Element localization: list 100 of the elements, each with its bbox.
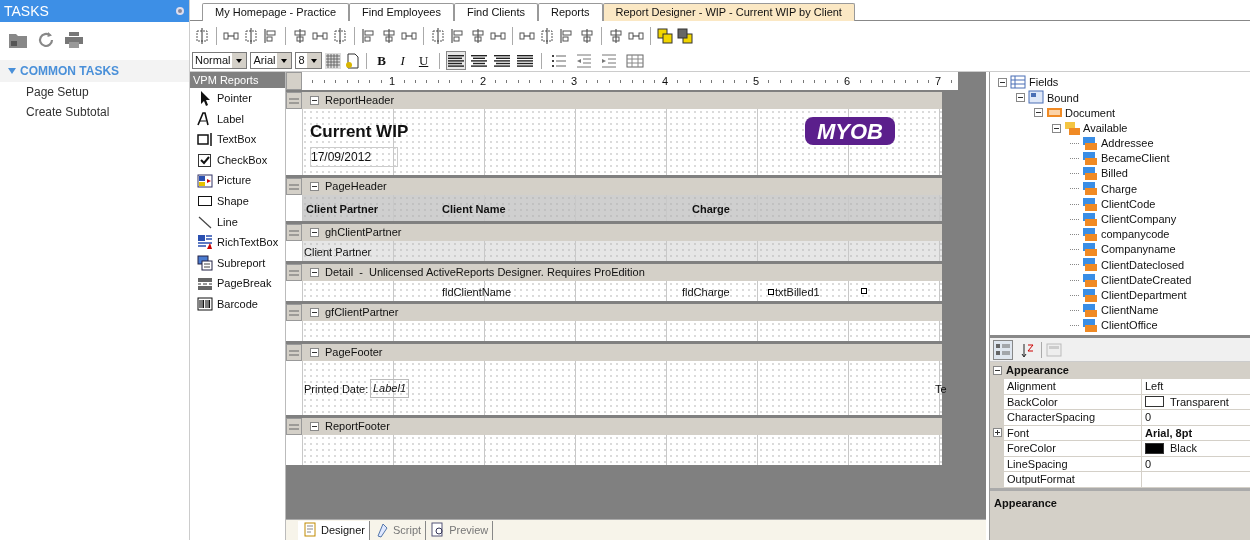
band-handle[interactable] — [286, 178, 302, 195]
collapse-icon[interactable] — [1034, 108, 1043, 118]
align-icon[interactable] — [470, 27, 486, 44]
align-icon[interactable] — [559, 27, 575, 44]
toolbox-item[interactable]: PageBreak — [190, 273, 285, 294]
tree-item[interactable]: ClientName — [1101, 302, 1159, 319]
tree-item[interactable]: Addressee — [1101, 135, 1154, 152]
tree-item[interactable]: Billed — [1101, 165, 1128, 182]
tree-item[interactable]: Document — [1065, 104, 1116, 122]
align-icon[interactable] — [194, 27, 210, 44]
toolbox-item[interactable]: Pointer — [190, 88, 285, 109]
section-area[interactable]: fldClientName fldCharge txtBilled1 — [302, 281, 942, 301]
text-control[interactable]: fldCharge — [682, 284, 730, 301]
tab[interactable]: Find Employees — [349, 3, 454, 21]
layers-icon[interactable] — [677, 27, 693, 44]
refresh-icon[interactable] — [36, 30, 56, 50]
band-handle[interactable] — [286, 264, 302, 281]
collapse-icon[interactable] — [1016, 93, 1025, 103]
outdent-icon[interactable] — [575, 52, 592, 69]
tree-item[interactable]: ClientCode — [1101, 195, 1156, 213]
align-left-button[interactable] — [445, 51, 466, 70]
property-value[interactable]: Left — [1142, 379, 1250, 394]
collapse-icon[interactable] — [310, 228, 319, 237]
expand-icon[interactable] — [992, 428, 1002, 438]
view-tab[interactable]: Preview — [426, 520, 494, 540]
property-value[interactable]: 0 — [1142, 410, 1250, 425]
toolbox-item[interactable]: CheckBox — [190, 149, 285, 171]
toolbox-item[interactable]: Shape — [190, 190, 285, 212]
tree-item[interactable]: Bound — [1047, 89, 1079, 107]
align-icon[interactable] — [361, 27, 377, 44]
collapse-icon[interactable] — [310, 182, 319, 191]
align-icon[interactable] — [332, 27, 348, 44]
collapse-icon[interactable] — [1052, 123, 1061, 133]
band-handle[interactable] — [286, 92, 302, 109]
collapse-icon[interactable] — [993, 366, 1002, 375]
label-control[interactable]: Label1 — [370, 379, 410, 398]
text-control[interactable]: Client Partner — [304, 244, 372, 261]
toolbox-item[interactable]: Label — [190, 108, 285, 130]
toolbox-item[interactable]: Line — [190, 211, 285, 233]
toolbox-item[interactable]: Barcode — [190, 293, 285, 315]
property-value[interactable]: Black — [1142, 441, 1250, 456]
text-control[interactable]: 17/09/2012 — [310, 147, 399, 167]
align-icon[interactable] — [243, 27, 259, 44]
band-handle[interactable] — [286, 224, 302, 241]
text-control[interactable]: Printed Date: — [304, 381, 369, 398]
align-icon[interactable] — [579, 27, 595, 44]
section-area[interactable]: Client Partner — [302, 241, 942, 261]
section-band[interactable]: PageHeader — [302, 178, 942, 195]
align-icon[interactable] — [430, 27, 446, 44]
tree-item[interactable]: ClientDateCreated — [1101, 271, 1192, 289]
section-band[interactable]: gfClientPartner — [302, 304, 942, 321]
property-name[interactable]: Alignment — [1004, 379, 1142, 394]
align-icon[interactable] — [292, 27, 308, 44]
font-size-dropdown[interactable]: 8 — [295, 52, 322, 69]
collapse-icon[interactable] — [310, 422, 319, 431]
text-control[interactable]: txtBilled1 — [775, 284, 820, 301]
property-name[interactable]: OutputFormat — [1004, 472, 1142, 487]
grid-icon[interactable] — [324, 52, 341, 69]
indent-icon[interactable] — [600, 52, 617, 69]
tree-item[interactable]: companycode — [1101, 226, 1170, 243]
property-name[interactable]: CharacterSpacing — [1004, 410, 1142, 425]
align-icon[interactable] — [539, 27, 555, 44]
tree-item[interactable]: Fields — [1029, 74, 1059, 91]
tree-item[interactable]: ClientOffice — [1101, 317, 1158, 334]
section-area[interactable]: Client Partner Client Name Charge — [302, 195, 942, 221]
tree-item[interactable]: Companyname — [1101, 241, 1176, 258]
font-dropdown[interactable]: Arial — [250, 52, 293, 69]
task-link[interactable]: Create Subtotal — [26, 103, 110, 121]
style-dropdown[interactable]: Normal — [192, 52, 248, 69]
property-name[interactable]: ForeColor — [1004, 441, 1142, 456]
pin-icon[interactable] — [175, 6, 185, 16]
section-band[interactable]: ghClientPartner — [302, 224, 942, 241]
tree-item[interactable]: BecameClient — [1101, 150, 1170, 167]
section-band[interactable]: ReportHeader — [302, 92, 942, 109]
page-icon[interactable] — [343, 52, 360, 69]
toolbox-item[interactable]: Picture — [190, 170, 285, 191]
collapse-icon[interactable] — [310, 96, 319, 105]
printer-icon[interactable] — [64, 31, 84, 49]
tab[interactable]: Find Clients — [453, 3, 538, 21]
folder-icon[interactable] — [8, 31, 28, 49]
text-control[interactable]: fldClientName — [442, 284, 512, 301]
table-icon[interactable] — [625, 52, 644, 69]
tab[interactable]: My Homepage - Practice — [202, 3, 350, 21]
task-link[interactable]: Page Setup — [26, 83, 89, 101]
section-area[interactable]: Current WIP 17/09/2012 MYOB — [302, 109, 942, 175]
tree-item[interactable]: ClientCompany — [1101, 211, 1177, 228]
collapse-icon[interactable] — [310, 308, 319, 317]
toolbox-item[interactable]: TextBox — [190, 129, 285, 150]
band-handle[interactable] — [286, 344, 302, 361]
collapse-icon[interactable] — [998, 78, 1007, 88]
align-icon[interactable] — [608, 27, 624, 44]
tab[interactable]: Reports — [538, 3, 603, 21]
bold-button[interactable]: B — [372, 51, 391, 70]
section-band[interactable]: ReportFooter — [302, 418, 942, 435]
view-tab[interactable]: Script — [370, 520, 427, 540]
layers-icon[interactable] — [657, 27, 673, 44]
tab[interactable]: Report Designer - WIP - Current WIP by Client — [602, 3, 855, 21]
tree-item[interactable]: ClientDateclosed — [1101, 256, 1185, 274]
band-handle[interactable] — [286, 304, 302, 321]
section-band[interactable]: PageFooter — [302, 344, 942, 361]
